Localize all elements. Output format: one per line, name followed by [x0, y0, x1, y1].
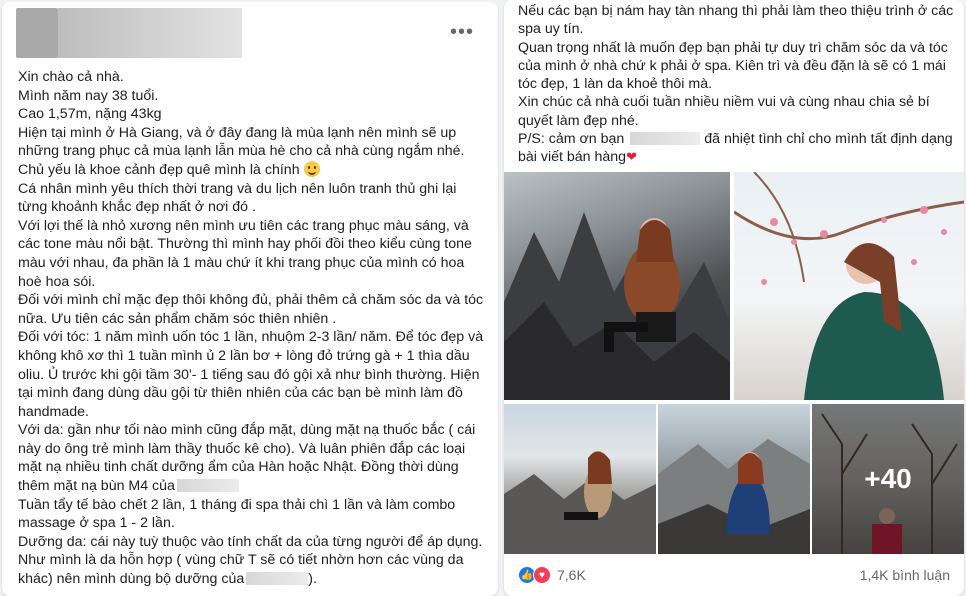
- post-line: Với da: gần như tối nào mình cũng đắp mặ…: [18, 421, 488, 495]
- post-header: •••: [2, 2, 498, 62]
- comment-count[interactable]: 1,4K bình luận: [860, 567, 950, 583]
- photo-scene: [734, 172, 964, 400]
- post-body: Xin chào cả nhà. Mình năm nay 38 tuổi. C…: [18, 68, 488, 589]
- post-line: Quan trọng nhất là muốn đẹp bạn phải tự …: [518, 39, 948, 93]
- post-line-text: Chủ yếu là khoe cảnh đẹp quê mình là chí…: [18, 161, 300, 178]
- post-body-continued: Nếu các bạn bị nám hay tàn nhang thì phả…: [518, 2, 958, 167]
- post-line: Tuần tẩy tế bào chết 2 lần, 1 tháng đi s…: [18, 496, 456, 532]
- post-line: Chủ yếu là khoe cảnh đẹp quê mình là chí…: [18, 160, 488, 180]
- redacted-brand: [176, 479, 239, 493]
- author-name-redacted[interactable]: [58, 8, 242, 58]
- post-photo[interactable]: [734, 172, 964, 400]
- post-line: Cá nhân mình yêu thích thời trang và du …: [18, 180, 457, 216]
- post-card-right: Nếu các bạn bị nám hay tàn nhang thì phả…: [504, 0, 964, 596]
- post-line-text: ).: [308, 571, 317, 588]
- photo-scene: [658, 439, 810, 554]
- post-line: Dưỡng da: cái này tuỳ thuộc vào tính chấ…: [18, 533, 488, 589]
- post-line: Cao 1,57m, nặng 43kg: [18, 106, 162, 123]
- post-photo[interactable]: [504, 172, 730, 400]
- post-line: Hiện tại mình ở Hà Giang, và ở đây đang …: [18, 124, 465, 160]
- post-photo[interactable]: [504, 404, 656, 554]
- post-line: Nếu các bạn bị nám hay tàn nhang thì phả…: [518, 3, 954, 38]
- post-line: P/S: cảm ơn bạn đã nhiệt tình chỉ cho mì…: [518, 130, 958, 167]
- post-line: Xin chúc cả nhà cuối tuần nhiều niềm vui…: [518, 94, 930, 129]
- more-horizontal-icon[interactable]: •••: [450, 22, 474, 42]
- love-reaction-icon: ♥: [533, 566, 551, 584]
- post-line: Mình năm nay 38 tuổi.: [18, 87, 159, 104]
- photo-scene: [504, 212, 730, 400]
- post-card-left: ••• Xin chào cả nhà. Mình năm nay 38 tuổ…: [2, 2, 498, 596]
- redacted-brand: [246, 572, 309, 586]
- redacted-friend-name: [630, 132, 701, 146]
- post-footer: 👍 ♥ 7,6K 1,4K bình luận: [518, 560, 950, 590]
- post-photo[interactable]: [658, 404, 810, 554]
- reaction-count: 7,6K: [557, 567, 586, 583]
- post-line: Đối với mình chỉ mặc đẹp thôi không đủ, …: [18, 292, 484, 327]
- smile-emoji-icon: [303, 160, 320, 177]
- heart-icon: ❤: [626, 149, 637, 165]
- reactions-summary[interactable]: 👍 ♥ 7,6K: [518, 566, 586, 584]
- reaction-icons: 👍 ♥: [518, 566, 551, 584]
- post-line: Xin chào cả nhà.: [18, 69, 124, 85]
- post-line: Với lợi thế là nhỏ xương nên mình ưu tiê…: [18, 217, 472, 290]
- more-photos-overlay[interactable]: +40: [812, 404, 964, 554]
- post-line: Đối với tóc: 1 năm mình uốn tóc 1 lần, n…: [18, 329, 484, 420]
- photo-scene: [504, 451, 656, 554]
- post-line-text: Với da: gần như tối nào mình cũng đắp mặ…: [18, 422, 476, 495]
- post-line-text: P/S: cảm ơn bạn: [518, 131, 625, 148]
- author-avatar[interactable]: [16, 8, 58, 58]
- post-photo[interactable]: +40: [812, 404, 964, 554]
